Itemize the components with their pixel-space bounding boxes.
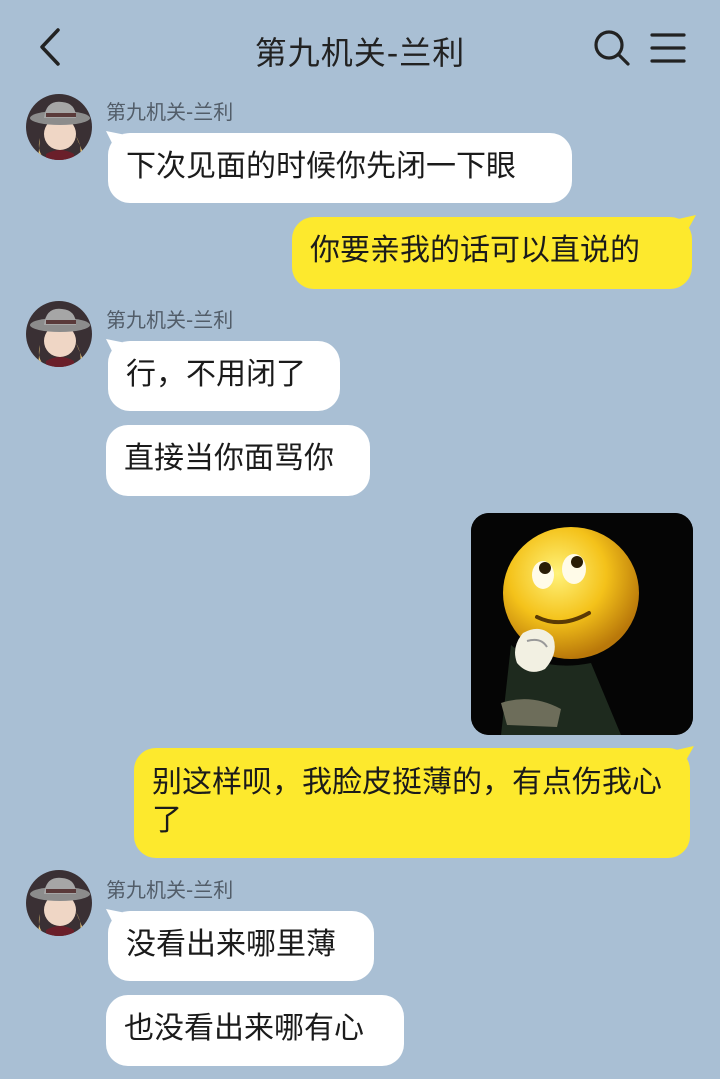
outgoing-message-bubble[interactable]: 别这样呗，我脸皮挺薄的，有点伤我心了 — [134, 748, 690, 858]
menu-button[interactable] — [648, 30, 688, 66]
thinking-emoji-sticker — [471, 513, 693, 735]
search-button[interactable] — [592, 28, 632, 68]
hamburger-menu-icon — [650, 33, 686, 63]
message-text: 你要亲我的话可以直说的 — [310, 233, 640, 268]
message-text: 也没看出来哪有心 — [124, 1011, 364, 1046]
sticker-image-message[interactable] — [471, 513, 693, 735]
outgoing-message-bubble[interactable]: 你要亲我的话可以直说的 — [292, 217, 692, 289]
search-icon — [594, 30, 630, 66]
chat-screen: 第九机关-兰利 第九机关-兰利 下次见面的时候你先闭一下眼 你要亲我的话可以直说… — [0, 0, 720, 1079]
sender-name: 第九机关-兰利 — [106, 308, 234, 332]
message-text: 别这样呗，我脸皮挺薄的，有点伤我心了 — [152, 765, 662, 838]
incoming-message-bubble[interactable]: 直接当你面骂你 — [106, 425, 370, 496]
top-bar: 第九机关-兰利 — [0, 0, 720, 94]
message-text: 没看出来哪里薄 — [126, 927, 336, 962]
incoming-message-bubble[interactable]: 也没看出来哪有心 — [106, 995, 404, 1066]
contact-avatar[interactable] — [26, 301, 92, 367]
chat-title: 第九机关-兰利 — [254, 34, 466, 72]
chevron-left-icon — [40, 28, 60, 66]
contact-avatar[interactable] — [26, 870, 92, 936]
contact-avatar[interactable] — [26, 94, 92, 160]
message-text: 下次见面的时候你先闭一下眼 — [126, 149, 516, 184]
back-button[interactable] — [30, 22, 74, 72]
incoming-message-bubble[interactable]: 下次见面的时候你先闭一下眼 — [108, 133, 572, 203]
incoming-message-bubble[interactable]: 没看出来哪里薄 — [108, 911, 374, 981]
message-text: 行，不用闭了 — [126, 357, 306, 392]
sender-name: 第九机关-兰利 — [106, 878, 234, 902]
incoming-message-bubble[interactable]: 行，不用闭了 — [108, 341, 340, 411]
message-text: 直接当你面骂你 — [124, 441, 334, 476]
sender-name: 第九机关-兰利 — [106, 100, 234, 124]
